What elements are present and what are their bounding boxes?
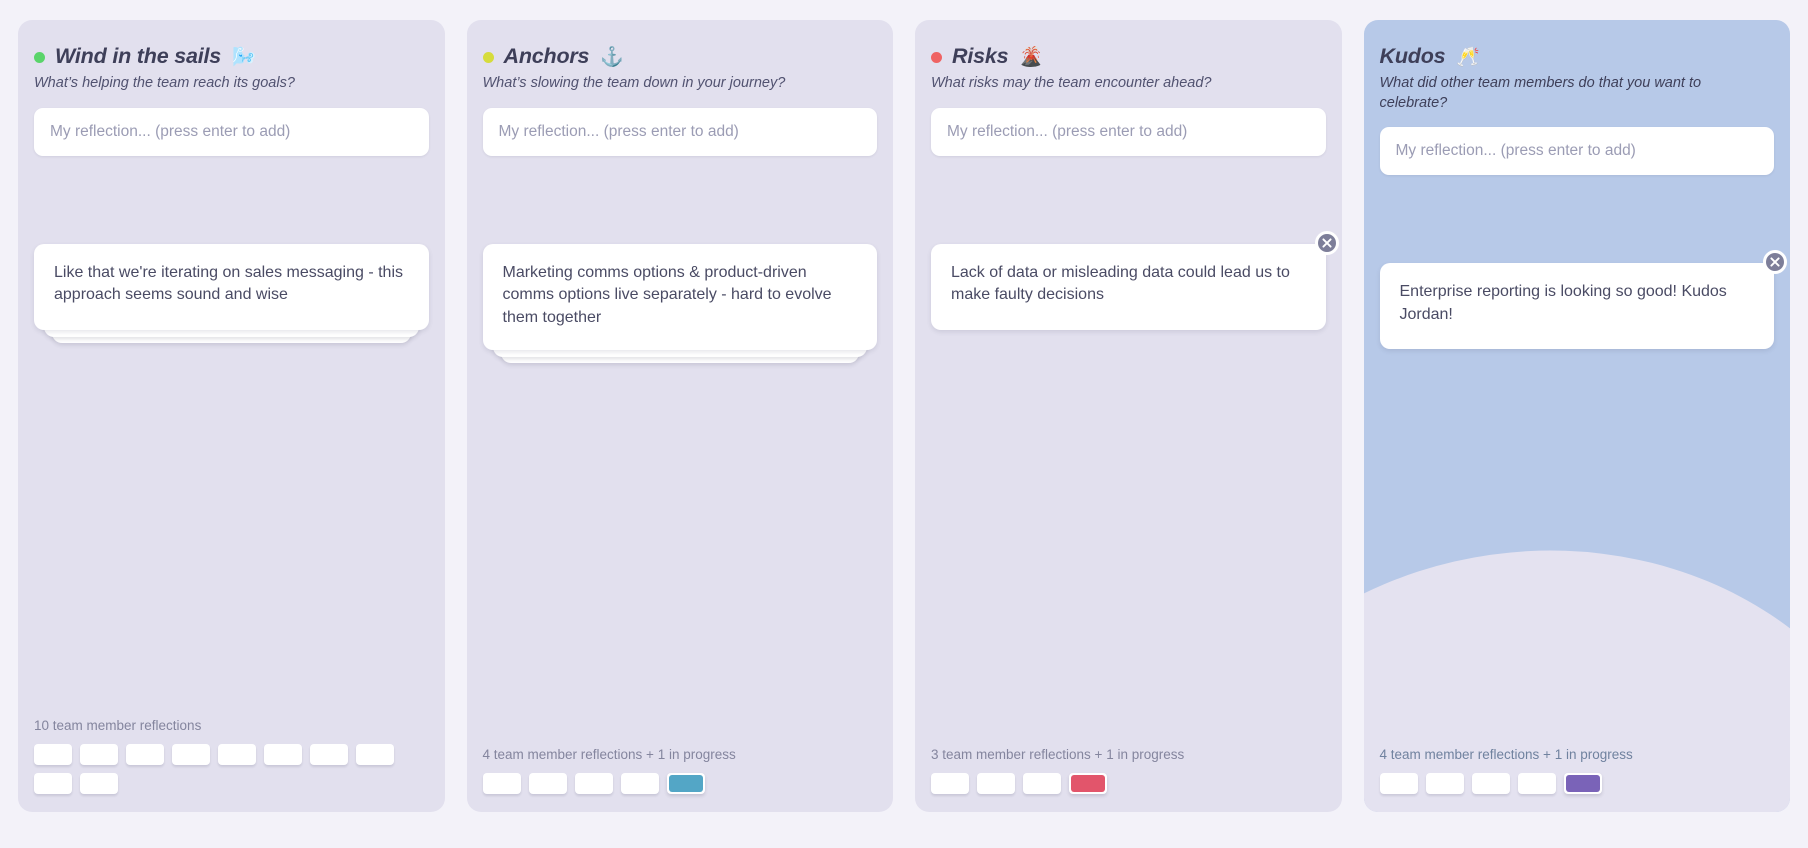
column-inner: Kudos 🥂 What did other team members do tha… [1364,20,1791,812]
reflection-chip [574,773,613,794]
reflection-card[interactable]: Enterprise reporting is looking so good!… [1379,263,1774,350]
reflection-input[interactable] [1379,127,1774,176]
reflection-input[interactable] [34,107,429,156]
card-area: Lack of data or misleading data could le… [931,230,1339,384]
reflection-card[interactable]: Marketing comms options & product-driven… [482,243,877,350]
reflection-chip [482,773,521,794]
reflection-chip [1425,773,1464,794]
reflection-card-stack: Like that we're iterating on sales messa… [34,243,429,343]
column-prompt: What risks may the team encounter ahead? [931,75,1212,91]
card-area: Enterprise reporting is looking so good!… [1379,250,1787,403]
reflection-chip [126,744,164,765]
clinking-glasses-emoji: 🥂 [1456,46,1481,68]
reflection-chip [172,744,210,765]
reflection-chip-in-progress [1069,773,1107,794]
reflection-chip-list [34,744,429,794]
reflection-chip-list [1379,773,1775,794]
column-wind-in-the-sails: Wind in the sails 🌬️ What’s helping the te… [18,20,445,812]
reflection-count-label: 4 team member reflections + 1 in progres… [1379,747,1633,762]
status-dot-icon [931,52,942,63]
reflection-chip-in-progress [666,773,705,794]
reflection-chip-in-progress [1563,773,1602,794]
retro-board: Wind in the sails 🌬️ What’s helping the te… [0,0,1808,848]
anchor-emoji: ⚓ [600,46,624,68]
reflection-chip [356,744,394,765]
reflection-card-stack: Enterprise reporting is looking so good!… [1379,250,1787,350]
column-anchors: Anchors ⚓ What’s slowing the team down in … [466,20,894,812]
reflection-chip [620,773,659,794]
reflection-chip [931,773,969,794]
reflection-input[interactable] [931,107,1326,156]
reflection-chip [1471,773,1510,794]
column-title-row: Risks 🌋 [931,44,1326,69]
column-title-row: Kudos 🥂 [1380,44,1775,69]
reflection-card-stack: Lack of data or misleading data could le… [931,230,1339,330]
volcano-emoji: 🌋 [1019,46,1044,68]
reflection-chip-list [482,773,878,794]
reflection-chip [34,744,72,765]
column-risks: Risks 🌋 What risks may the team encounter … [915,20,1342,812]
column-title-row: Anchors ⚓ [482,44,878,69]
column-footer: 10 team member reflections [34,718,429,812]
reflection-chip [1379,773,1418,794]
reflection-chip-list [931,773,1326,794]
reflection-card[interactable]: Like that we're iterating on sales messa… [34,243,429,330]
column-title-row: Wind in the sails 🌬️ [34,44,429,69]
reflection-card-stack: Marketing comms options & product-driven… [482,243,877,363]
status-dot-icon [34,52,45,63]
column-title: Anchors [503,44,590,68]
status-dot-icon [482,52,494,63]
reflection-chip [34,773,72,794]
reflection-count-label: 10 team member reflections [34,718,202,733]
column-header: Risks 🌋 What risks may the team encounter … [931,40,1326,94]
column-footer: 4 team member reflections + 1 in progres… [1379,747,1775,812]
column-prompt: What’s helping the team reach its goals? [34,75,295,91]
column-prompt: What’s slowing the team down in your jou… [482,75,786,91]
reflection-card[interactable]: Lack of data or misleading data could le… [931,243,1326,330]
column-inner: Anchors ⚓ What’s slowing the team down in … [467,20,894,812]
close-icon[interactable] [1763,250,1787,275]
reflection-chip [80,773,118,794]
reflection-chip [264,744,302,765]
column-footer: 3 team member reflections + 1 in progres… [931,747,1326,812]
reflection-chip [977,773,1015,794]
reflection-chip [310,744,348,765]
column-prompt: What did other team members do that you … [1379,75,1702,111]
wind-face-emoji: 🌬️ [232,46,256,68]
column-inner: Wind in the sails 🌬️ What’s helping the te… [18,20,445,812]
column-kudos: Kudos 🥂 What did other team members do tha… [1363,20,1791,812]
column-header: Kudos 🥂 What did other team members do tha… [1380,40,1775,113]
card-area: Marketing comms options & product-driven… [482,243,877,384]
reflection-chip [1023,773,1061,794]
reflection-count-label: 3 team member reflections + 1 in progres… [931,747,1185,762]
reflection-input[interactable] [482,107,877,156]
column-title: Kudos [1379,44,1446,68]
column-inner: Risks 🌋 What risks may the team encounter … [915,20,1342,812]
column-footer: 4 team member reflections + 1 in progres… [482,747,878,812]
close-icon[interactable] [1314,230,1339,255]
reflection-chip [528,773,567,794]
column-title: Wind in the sails [55,44,222,68]
reflection-chip [1517,773,1556,794]
column-title: Risks [952,44,1009,68]
reflection-chip [80,744,118,765]
card-area: Like that we're iterating on sales messa… [34,243,429,384]
column-header: Wind in the sails 🌬️ What’s helping the te… [34,40,429,94]
reflection-chip [218,744,256,765]
reflection-count-label: 4 team member reflections + 1 in progres… [482,747,736,762]
column-header: Anchors ⚓ What’s slowing the team down in … [482,40,878,94]
